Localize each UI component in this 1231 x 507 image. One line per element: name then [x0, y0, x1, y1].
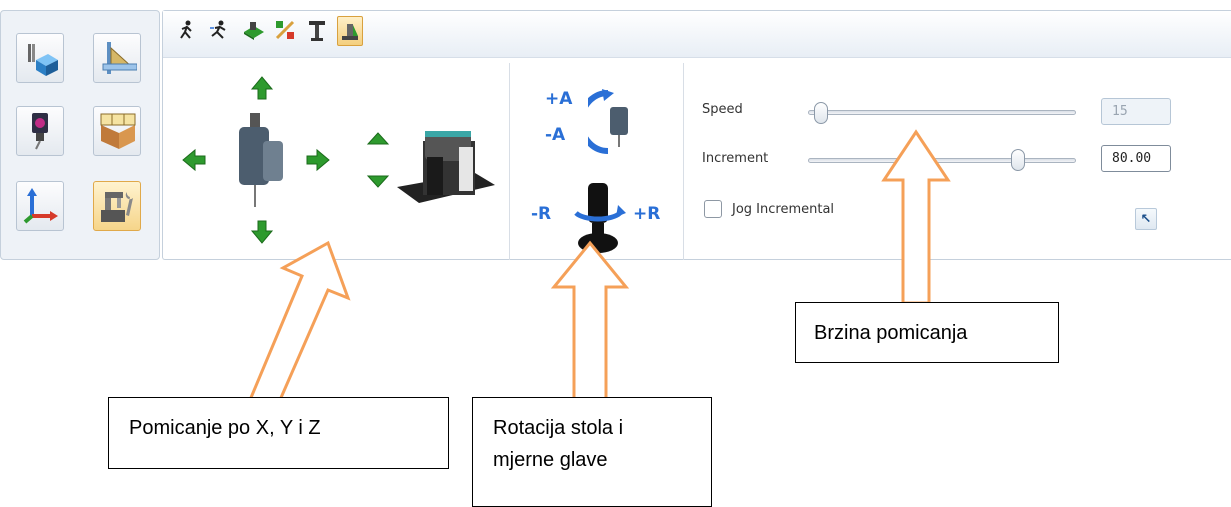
annotation-box-rotation: Rotacija stola i mjerne glave — [472, 397, 712, 507]
annotation-arrow-rotation — [550, 240, 630, 402]
annotation-box-xyz: Pomicanje po X, Y i Z — [108, 397, 449, 469]
annotation-text-rotation-line1: Rotacija stola i — [493, 417, 624, 439]
annotation-arrow-xyz — [247, 240, 351, 402]
annotation-text-rotation: Rotacija stola i mjerne glave — [493, 412, 623, 476]
annotation-text-xyz: Pomicanje po X, Y i Z — [129, 417, 321, 439]
annotation-text-speed: Brzina pomicanja — [814, 322, 968, 344]
annotation-arrow-speed — [881, 129, 951, 305]
annotation-text-rotation-line2: mjerne glave — [493, 449, 608, 471]
annotation-box-speed: Brzina pomicanja — [795, 302, 1059, 363]
